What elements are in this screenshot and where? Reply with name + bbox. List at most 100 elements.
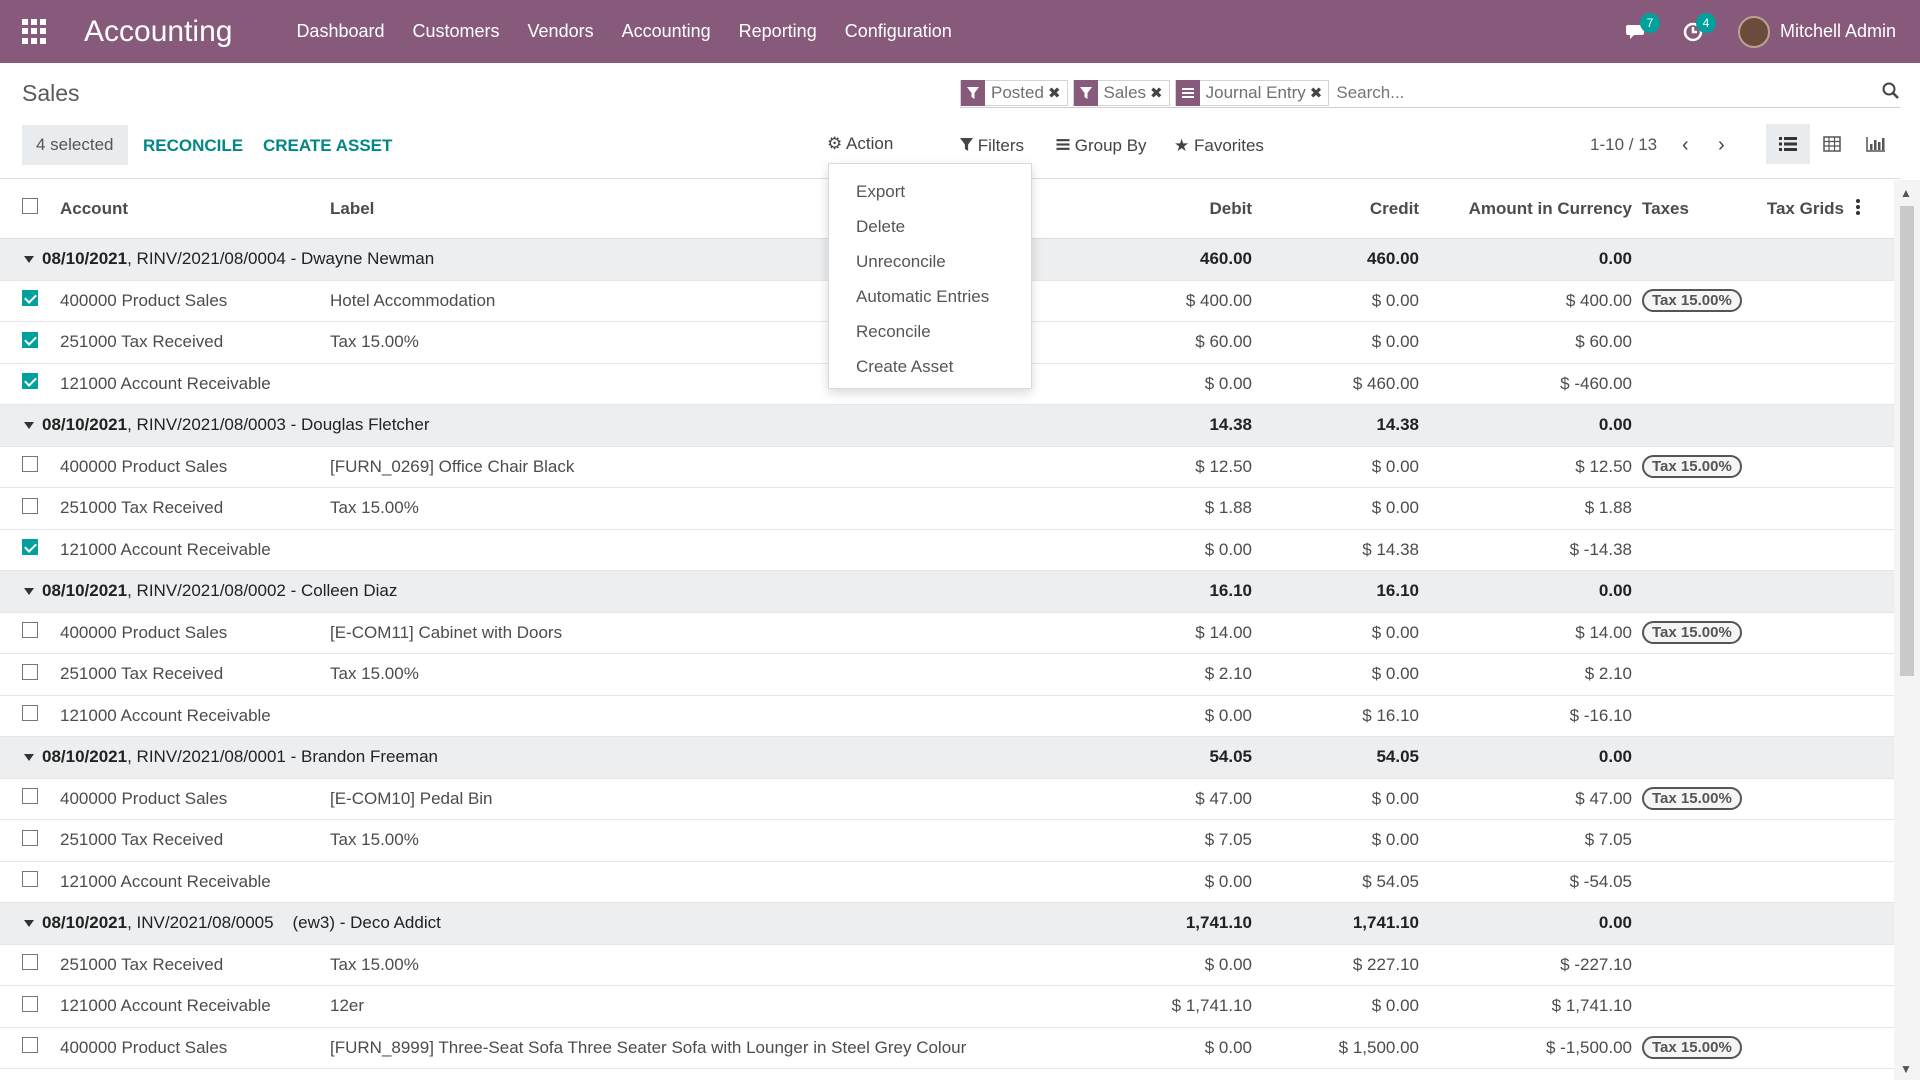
list-view-icon[interactable] <box>1766 124 1810 164</box>
vertical-scrollbar[interactable]: ▲ ▼ <box>1894 180 1920 1080</box>
group-credit: 16.10 <box>1376 581 1419 601</box>
caret-down-icon <box>24 422 34 430</box>
scroll-thumb[interactable] <box>1900 206 1914 676</box>
row-checkbox[interactable] <box>22 788 38 809</box>
table-row[interactable]: 251000 Tax Received Tax 15.00% $ 0.00 $ … <box>0 945 1894 986</box>
group-amount: 0.00 <box>1598 747 1632 767</box>
action-unreconcile[interactable]: Unreconcile <box>829 244 1031 279</box>
column-taxes[interactable]: Taxes <box>1642 199 1689 219</box>
table-row[interactable]: 400000 Product Sales [E-COM10] Pedal Bin… <box>0 779 1894 820</box>
column-account[interactable]: Account <box>60 199 128 219</box>
app-brand[interactable]: Accounting <box>84 15 232 49</box>
table-row[interactable]: 121000 Account Receivable $ 0.00 $ 54.05… <box>0 862 1894 903</box>
column-debit[interactable]: Debit <box>1210 199 1253 219</box>
groupby-icon <box>1056 139 1070 150</box>
table-row[interactable]: 251000 Tax Received Tax 15.00% $ 7.05 $ … <box>0 820 1894 862</box>
menu-customers[interactable]: Customers <box>399 21 514 42</box>
row-checkbox[interactable] <box>22 954 38 975</box>
search-input[interactable] <box>1334 81 1815 104</box>
row-checkbox[interactable] <box>22 290 38 311</box>
table-row[interactable]: 121000 Account Receivable $ 0.00 $ 16.10… <box>0 696 1894 737</box>
column-tax-grids[interactable]: Tax Grids <box>1767 199 1844 219</box>
cell-account: 251000 Tax Received <box>60 830 224 850</box>
group-row[interactable]: 08/10/2021, INV/2021/08/0005 (ew3) - Dec… <box>0 903 1894 945</box>
action-export[interactable]: Export <box>829 174 1031 209</box>
action-reconcile[interactable]: Reconcile <box>829 314 1031 349</box>
group-by-button[interactable]: Group By <box>1056 136 1147 156</box>
remove-facet-icon[interactable]: ✖ <box>1310 84 1329 102</box>
row-checkbox[interactable] <box>22 331 38 353</box>
table-row[interactable]: 121000 Account Receivable 12er $ 1,741.1… <box>0 986 1894 1028</box>
menu-configuration[interactable]: Configuration <box>831 21 966 42</box>
cell-credit: $ 54.05 <box>1362 871 1419 891</box>
groupby-icon <box>1175 79 1200 106</box>
action-button[interactable]: ⚙ Action <box>827 134 893 154</box>
create-asset-button[interactable]: CREATE ASSET <box>263 136 392 156</box>
cell-taxes: Tax 15.00% <box>1642 621 1742 645</box>
messages-icon[interactable]: 7 <box>1625 12 1660 43</box>
group-title: 08/10/2021, RINV/2021/08/0002 - Colleen … <box>24 581 397 601</box>
user-avatar[interactable] <box>1737 15 1770 48</box>
table-row[interactable]: 400000 Product Sales [FURN_8999] Three-S… <box>0 1028 1894 1069</box>
scroll-up-icon[interactable]: ▲ <box>1900 186 1914 200</box>
menu-dashboard[interactable]: Dashboard <box>282 21 398 42</box>
pager-previous-icon[interactable]: ‹ <box>1682 134 1689 157</box>
caret-down-icon <box>24 920 34 928</box>
row-checkbox[interactable] <box>22 497 38 519</box>
table-row[interactable]: 400000 Product Sales [FURN_0269] Office … <box>0 447 1894 488</box>
row-checkbox[interactable] <box>22 705 38 726</box>
row-checkbox[interactable] <box>22 1037 38 1058</box>
cell-amount: $ -14.38 <box>1569 539 1632 559</box>
table-row[interactable]: 251000 Tax Received Tax 15.00% $ 2.10 $ … <box>0 654 1894 696</box>
menu-accounting[interactable]: Accounting <box>608 21 725 42</box>
group-row[interactable]: 08/10/2021, RINV/2021/08/0001 - Brandon … <box>0 737 1894 779</box>
menu-reporting[interactable]: Reporting <box>725 21 831 42</box>
action-automatic-entries[interactable]: Automatic Entries <box>829 279 1031 314</box>
column-credit[interactable]: Credit <box>1370 199 1419 219</box>
group-amount: 0.00 <box>1598 581 1632 601</box>
table-row[interactable]: 251000 Tax Received Tax 15.00% $ 1.88 $ … <box>0 488 1894 530</box>
row-checkbox[interactable] <box>22 995 38 1017</box>
search-icon[interactable] <box>1882 82 1900 100</box>
group-ref: , INV/2021/08/0005 (ew3) - Deco Addict <box>127 913 441 933</box>
activity-clock-icon[interactable]: 4 <box>1682 12 1716 43</box>
column-label[interactable]: Label <box>330 199 374 219</box>
row-checkbox[interactable] <box>22 871 38 892</box>
pivot-view-icon[interactable] <box>1810 124 1854 164</box>
action-delete[interactable]: Delete <box>829 209 1031 244</box>
column-amount-currency[interactable]: Amount in Currency <box>1469 199 1632 219</box>
cell-label: Tax 15.00% <box>330 498 419 518</box>
remove-facet-icon[interactable]: ✖ <box>1048 84 1067 102</box>
row-checkbox[interactable] <box>22 456 38 477</box>
graph-view-icon[interactable] <box>1854 124 1898 164</box>
pager-next-icon[interactable]: › <box>1718 134 1725 157</box>
group-row[interactable]: 08/10/2021, RINV/2021/08/0003 - Douglas … <box>0 405 1894 447</box>
row-checkbox[interactable] <box>22 829 38 851</box>
action-create-asset[interactable]: Create Asset <box>829 349 1031 384</box>
filters-button[interactable]: Filters <box>960 136 1024 156</box>
table-row[interactable]: 400000 Product Sales [E-COM11] Cabinet w… <box>0 613 1894 654</box>
star-icon: ★ <box>1174 136 1190 155</box>
row-checkbox[interactable] <box>22 663 38 685</box>
column-options-icon[interactable] <box>1856 199 1860 215</box>
group-row[interactable]: 08/10/2021, RINV/2021/08/0002 - Colleen … <box>0 571 1894 613</box>
row-checkbox[interactable] <box>22 373 38 394</box>
favorites-button[interactable]: ★ Favorites <box>1174 136 1264 156</box>
reconcile-button[interactable]: RECONCILE <box>143 136 243 156</box>
action-dropdown-menu: Export Delete Unreconcile Automatic Entr… <box>828 163 1032 389</box>
row-checkbox[interactable] <box>22 622 38 643</box>
top-navbar: Accounting Dashboard Customers Vendors A… <box>0 0 1920 63</box>
select-all-checkbox[interactable] <box>22 198 38 219</box>
cell-credit: $ 14.38 <box>1362 539 1419 559</box>
row-checkbox[interactable] <box>22 539 38 560</box>
selection-counter[interactable]: 4 selected <box>22 125 128 165</box>
scroll-down-icon[interactable]: ▼ <box>1900 1062 1914 1076</box>
apps-grid-icon[interactable] <box>22 18 48 45</box>
remove-facet-icon[interactable]: ✖ <box>1150 84 1169 102</box>
pager-value[interactable]: 1-10 / 13 <box>1590 135 1657 155</box>
user-name[interactable]: Mitchell Admin <box>1780 21 1896 42</box>
group-credit: 1,741.10 <box>1352 913 1419 933</box>
cell-credit: $ 0.00 <box>1371 456 1419 476</box>
table-row[interactable]: 121000 Account Receivable $ 0.00 $ 14.38… <box>0 530 1894 571</box>
menu-vendors[interactable]: Vendors <box>514 21 608 42</box>
